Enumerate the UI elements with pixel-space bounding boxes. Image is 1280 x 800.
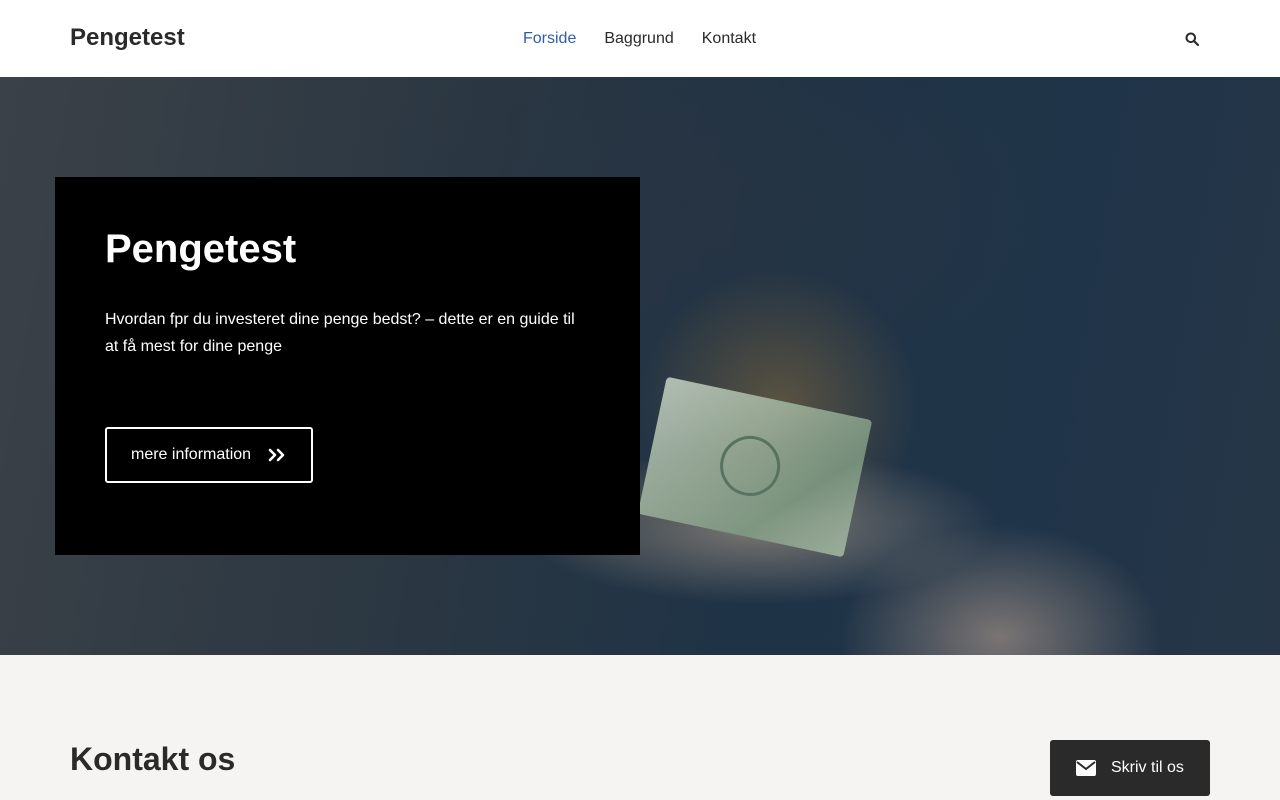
write-to-us-label: Skriv til os: [1111, 759, 1184, 776]
dollar-seal-decoration: [714, 430, 786, 502]
nav-item-forside[interactable]: Forside: [509, 29, 590, 49]
main-nav: Forside Baggrund Kontakt: [509, 29, 770, 49]
more-info-button[interactable]: mere information: [105, 427, 313, 483]
envelope-icon: [1076, 760, 1096, 776]
more-info-label: mere information: [131, 446, 252, 463]
double-chevron-right-icon: [268, 448, 286, 462]
nav-item-baggrund[interactable]: Baggrund: [590, 29, 687, 49]
hero-description: Hvordan fpr du investeret dine penge bed…: [105, 311, 575, 355]
hero-banner: Pengetest Hvordan fpr du investeret dine…: [0, 77, 1280, 655]
hero-background-image: [637, 376, 873, 558]
write-to-us-button[interactable]: Skriv til os: [1050, 740, 1210, 796]
contact-title: Kontakt os: [70, 741, 236, 777]
hero-title: Pengetest: [105, 227, 297, 271]
site-logo[interactable]: Pengetest: [70, 24, 185, 52]
hero-content-box: Pengetest Hvordan fpr du investeret dine…: [55, 177, 640, 555]
nav-item-kontakt[interactable]: Kontakt: [688, 29, 770, 49]
site-header: Pengetest Forside Baggrund Kontakt: [0, 0, 1280, 77]
search-icon: [1185, 32, 1199, 46]
search-button[interactable]: [1182, 29, 1202, 49]
